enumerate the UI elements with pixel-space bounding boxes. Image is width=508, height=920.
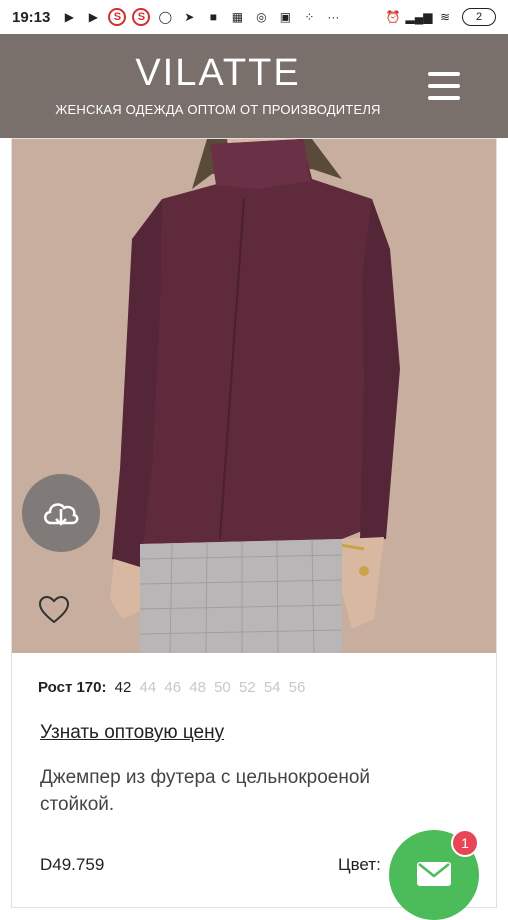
size-row: Рост 170: 42 44 46 48 50 52 54 56 [38, 679, 309, 696]
brand-tagline: ЖЕНСКАЯ ОДЕЖДА ОПТОМ ОТ ПРОИЗВОДИТЕЛЯ [55, 102, 381, 117]
whatsapp-icon: ◯ [158, 10, 173, 24]
play-icon: ▶ [88, 10, 98, 24]
product-photo[interactable] [12, 139, 496, 653]
alarm-icon: ⏰ [385, 10, 401, 24]
notification-badge: 1 [451, 829, 479, 857]
wholesale-price-link[interactable]: Узнать оптовую цену [40, 722, 224, 744]
size-option: 44 [139, 679, 157, 696]
product-description: Джемпер из футера с цельнокроеной стойко… [40, 767, 371, 815]
height-label: Рост 170: [38, 679, 107, 696]
s-app-icon: S [132, 8, 151, 26]
battery-icon: 2 [462, 8, 496, 26]
notification-icons: ▶ ▶ S S ◯ ➤ ■ ▦ ◎ ▣ ⁘ ··· [60, 8, 342, 26]
instagram-icon: ◎ [256, 10, 267, 24]
app-icon: ▦ [231, 10, 244, 24]
telegram-icon: ➤ [184, 10, 195, 24]
site-header: VILATTE ЖЕНСКАЯ ОДЕЖДА ОПТОМ ОТ ПРОИЗВОД… [0, 34, 508, 138]
play-icon: ▶ [64, 10, 74, 24]
color-label: Цвет: [338, 855, 381, 874]
status-time: 19:13 [12, 8, 51, 26]
s-app-icon: S [108, 8, 127, 26]
favorite-button[interactable] [38, 595, 70, 625]
app-icon: ⁘ [304, 10, 315, 24]
size-option: 54 [263, 679, 281, 696]
cloud-download-icon [44, 503, 79, 526]
app-icon: ■ [209, 10, 217, 24]
size-option[interactable]: 42 [115, 679, 132, 696]
download-button[interactable] [22, 474, 100, 552]
size-option: 48 [189, 679, 206, 696]
size-option: 56 [288, 679, 306, 696]
heart-icon [38, 595, 70, 624]
signal-icon: ▂▄▆ [405, 10, 433, 24]
brand-logo[interactable]: VILATTE [0, 52, 436, 95]
size-option: 46 [164, 679, 182, 696]
model-illustration [12, 139, 496, 653]
product-card: Рост 170: 42 44 46 48 50 52 54 56 Узнать… [11, 138, 497, 908]
status-bar: 19:13 ▶ ▶ S S ◯ ➤ ■ ▦ ◎ ▣ ⁘ ··· ⏰ ▂▄▆ ≋ … [0, 0, 508, 34]
more-icon: ··· [327, 10, 340, 24]
product-sku: D49.759 [40, 855, 105, 874]
size-option: 52 [238, 679, 256, 696]
system-icons: ⏰ ▂▄▆ ≋ 2 [384, 8, 496, 26]
size-option: 50 [214, 679, 231, 696]
hamburger-menu-icon[interactable] [426, 70, 462, 102]
app-icon: ▣ [279, 10, 292, 24]
wifi-icon: ≋ [439, 10, 451, 24]
